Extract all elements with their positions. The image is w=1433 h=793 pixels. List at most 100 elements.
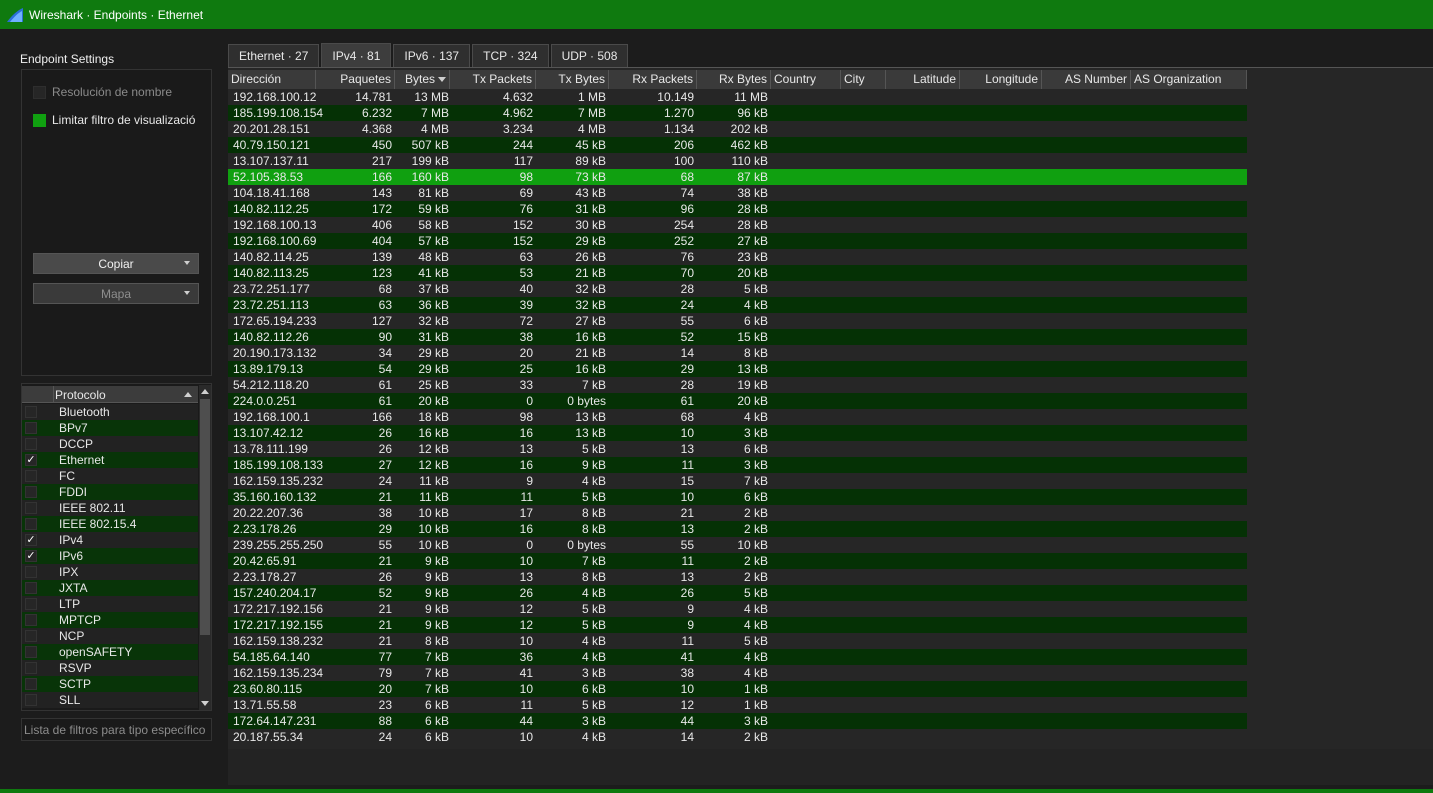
tab-ipv6[interactable]: IPv6 · 137 (393, 44, 471, 67)
protocol-checkbox[interactable] (25, 438, 37, 450)
protocol-item[interactable]: SLL (22, 692, 198, 708)
table-row[interactable]: 140.82.112.25 172 59 kB 76 31 kB 96 28 kB (228, 201, 1247, 217)
scrollbar-thumb[interactable] (200, 399, 210, 635)
protocol-checkbox[interactable] (25, 678, 37, 690)
table-row[interactable]: 172.65.194.233 127 32 kB 72 27 kB 55 6 kB (228, 313, 1247, 329)
protocol-column-header[interactable]: Protocolo (55, 388, 106, 402)
map-button[interactable]: Mapa (33, 283, 199, 304)
protocol-item[interactable]: FDDI (22, 484, 198, 500)
protocol-list-scrollbar[interactable] (199, 385, 211, 710)
protocol-checkbox[interactable]: ✓ (25, 534, 37, 546)
table-row[interactable]: 172.217.192.156 21 9 kB 12 5 kB 9 4 kB (228, 601, 1247, 617)
copy-button[interactable]: Copiar (33, 253, 199, 274)
protocol-item[interactable]: openSAFETY (22, 644, 198, 660)
column-header[interactable]: Paquetes (316, 70, 395, 89)
protocol-checkbox[interactable] (25, 630, 37, 642)
protocol-checkbox[interactable] (25, 486, 37, 498)
table-row[interactable]: 192.168.100.12 14.781 13 MB 4.632 1 MB 10.149… (228, 89, 1247, 105)
column-header[interactable]: Bytes (395, 70, 450, 89)
protocol-item[interactable]: Bluetooth (22, 404, 198, 420)
scroll-up-icon[interactable] (201, 389, 209, 394)
table-row[interactable]: 192.168.100.69 404 57 kB 152 29 kB 252 27 kB (228, 233, 1247, 249)
name-resolution-option[interactable]: Resolución de nombre (33, 85, 172, 99)
table-row[interactable]: 2.23.178.27 26 9 kB 13 8 kB 13 2 kB (228, 569, 1247, 585)
protocol-checkbox[interactable] (25, 694, 37, 706)
table-row[interactable]: 13.71.55.58 23 6 kB 11 5 kB 12 1 kB (228, 697, 1247, 713)
limit-filter-option[interactable]: Limitar filtro de visualizació (33, 113, 195, 127)
column-header[interactable]: AS Organization (1131, 70, 1247, 89)
table-row[interactable]: 13.89.179.13 54 29 kB 25 16 kB 29 13 kB (228, 361, 1247, 377)
protocol-item[interactable]: ✓ Ethernet (22, 452, 198, 468)
table-row[interactable]: 23.72.251.177 68 37 kB 40 32 kB 28 5 kB (228, 281, 1247, 297)
table-row[interactable]: 172.64.147.231 88 6 kB 44 3 kB 44 3 kB (228, 713, 1247, 729)
table-row[interactable]: 13.78.111.199 26 12 kB 13 5 kB 13 6 kB (228, 441, 1247, 457)
protocol-item[interactable]: BPv7 (22, 420, 198, 436)
limit-filter-checkbox[interactable] (33, 113, 46, 127)
table-row[interactable]: 172.217.192.155 21 9 kB 12 5 kB 9 4 kB (228, 617, 1247, 633)
protocol-item[interactable]: ✓ IPv4 (22, 532, 198, 548)
table-row[interactable]: 162.159.135.232 24 11 kB 9 4 kB 15 7 kB (228, 473, 1247, 489)
tab-tcp[interactable]: TCP · 324 (472, 44, 549, 67)
protocol-checkbox[interactable]: ✓ (25, 454, 37, 466)
protocol-checkbox[interactable] (25, 598, 37, 610)
protocol-checkbox[interactable] (25, 614, 37, 626)
table-row[interactable]: 162.159.135.234 79 7 kB 41 3 kB 38 4 kB (228, 665, 1247, 681)
protocol-checkbox[interactable] (25, 470, 37, 482)
protocol-checkbox[interactable] (25, 646, 37, 658)
protocol-item[interactable]: FC (22, 468, 198, 484)
protocol-item[interactable]: IEEE 802.15.4 (22, 516, 198, 532)
protocol-item[interactable]: IEEE 802.11 (22, 500, 198, 516)
table-row[interactable]: 104.18.41.168 143 81 kB 69 43 kB 74 38 kB (228, 185, 1247, 201)
table-row[interactable]: 23.60.80.115 20 7 kB 10 6 kB 10 1 kB (228, 681, 1247, 697)
name-resolution-checkbox[interactable] (33, 85, 46, 99)
protocol-list-header[interactable]: Protocolo (22, 386, 198, 403)
table-row[interactable]: 40.79.150.121 450 507 kB 244 45 kB 206 462 kB (228, 137, 1247, 153)
column-header[interactable]: Latitude (886, 70, 960, 89)
table-row[interactable]: 157.240.204.17 52 9 kB 26 4 kB 26 5 kB (228, 585, 1247, 601)
protocol-checkbox[interactable] (25, 502, 37, 514)
table-row[interactable]: 20.42.65.91 21 9 kB 10 7 kB 11 2 kB (228, 553, 1247, 569)
protocol-checkbox[interactable] (25, 582, 37, 594)
protocol-item[interactable]: JXTA (22, 580, 198, 596)
table-row[interactable]: 52.105.38.53 166 160 kB 98 73 kB 68 87 kB (228, 169, 1247, 185)
protocol-item[interactable]: RSVP (22, 660, 198, 676)
column-header[interactable]: Tx Bytes (536, 70, 609, 89)
protocol-item[interactable]: NCP (22, 628, 198, 644)
protocol-item[interactable]: SCTP (22, 676, 198, 692)
table-row[interactable]: 224.0.0.251 61 20 kB 0 0 bytes 61 20 kB (228, 393, 1247, 409)
table-row[interactable]: 13.107.42.12 26 16 kB 16 13 kB 10 3 kB (228, 425, 1247, 441)
protocol-checkbox[interactable] (25, 518, 37, 530)
column-header[interactable]: Longitude (960, 70, 1042, 89)
protocol-checkbox[interactable] (25, 566, 37, 578)
table-row[interactable]: 140.82.113.25 123 41 kB 53 21 kB 70 20 kB (228, 265, 1247, 281)
scroll-down-icon[interactable] (201, 701, 209, 706)
table-row[interactable]: 20.187.55.34 24 6 kB 10 4 kB 14 2 kB (228, 729, 1247, 745)
column-header[interactable]: Tx Packets (450, 70, 536, 89)
table-row[interactable]: 140.82.112.26 90 31 kB 38 16 kB 52 15 kB (228, 329, 1247, 345)
table-row[interactable]: 20.201.28.151 4.368 4 MB 3.234 4 MB 1.134 202 … (228, 121, 1247, 137)
column-header[interactable]: Dirección (228, 70, 316, 89)
tab-udp[interactable]: UDP · 508 (550, 44, 629, 67)
protocol-filter-input[interactable]: Lista de filtros para tipo específico (21, 718, 212, 741)
protocol-checkbox[interactable] (25, 406, 37, 418)
column-header[interactable]: Rx Packets (609, 70, 697, 89)
table-row[interactable]: 192.168.100.1 166 18 kB 98 13 kB 68 4 kB (228, 409, 1247, 425)
protocol-checkbox[interactable] (25, 422, 37, 434)
column-header[interactable]: City (841, 70, 886, 89)
table-row[interactable]: 239.255.255.250 55 10 kB 0 0 bytes 55 10 kB (228, 537, 1247, 553)
table-row[interactable]: 192.168.100.13 406 58 kB 152 30 kB 254 28 kB (228, 217, 1247, 233)
table-row[interactable]: 54.185.64.140 77 7 kB 36 4 kB 41 4 kB (228, 649, 1247, 665)
table-row[interactable]: 185.199.108.133 27 12 kB 16 9 kB 11 3 kB (228, 457, 1247, 473)
tab-ipv4[interactable]: IPv4 · 81 (321, 43, 392, 67)
column-header[interactable]: Country (771, 70, 841, 89)
protocol-item[interactable]: MPTCP (22, 612, 198, 628)
table-row[interactable]: 20.190.173.132 34 29 kB 20 21 kB 14 8 kB (228, 345, 1247, 361)
table-row[interactable]: 185.199.108.154 6.232 7 MB 4.962 7 MB 1.270 96… (228, 105, 1247, 121)
table-row[interactable]: 35.160.160.132 21 11 kB 11 5 kB 10 6 kB (228, 489, 1247, 505)
protocol-checkbox[interactable] (25, 662, 37, 674)
table-row[interactable]: 13.107.137.11 217 199 kB 117 89 kB 100 110 kB (228, 153, 1247, 169)
column-header[interactable]: Rx Bytes (697, 70, 771, 89)
table-row[interactable]: 162.159.138.232 21 8 kB 10 4 kB 11 5 kB (228, 633, 1247, 649)
protocol-item[interactable]: ✓ IPv6 (22, 548, 198, 564)
table-row[interactable]: 2.23.178.26 29 10 kB 16 8 kB 13 2 kB (228, 521, 1247, 537)
